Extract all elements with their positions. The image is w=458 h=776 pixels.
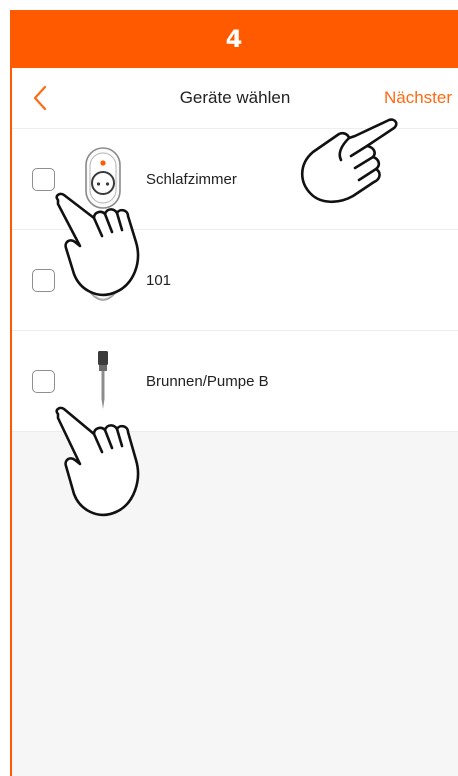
header: Geräte wählen Nächster <box>12 68 458 129</box>
device-name: 101 <box>146 272 172 289</box>
smart-plug-icon <box>89 291 117 301</box>
device-checkbox[interactable] <box>32 370 55 393</box>
step-banner: 4 <box>10 10 458 68</box>
device-list: Schlafzimmer 101 Brunnen/Pumpe B <box>12 129 458 432</box>
app-screen: Geräte wählen Nächster Schlafzimmer 101 <box>10 68 458 776</box>
next-button[interactable]: Nächster <box>384 88 452 108</box>
sensor-probe-icon <box>98 351 108 409</box>
device-row-101[interactable]: 101 <box>12 230 458 331</box>
device-name: Schlafzimmer <box>146 171 237 188</box>
device-row-schlafzimmer[interactable]: Schlafzimmer <box>12 129 458 230</box>
device-checkbox[interactable] <box>32 269 55 292</box>
step-number: 4 <box>225 25 243 53</box>
device-checkbox[interactable] <box>32 168 55 191</box>
device-name: Brunnen/Pumpe B <box>146 373 269 390</box>
device-row-brunnen-pumpe-b[interactable]: Brunnen/Pumpe B <box>12 331 458 432</box>
smart-plug-icon <box>85 147 121 209</box>
